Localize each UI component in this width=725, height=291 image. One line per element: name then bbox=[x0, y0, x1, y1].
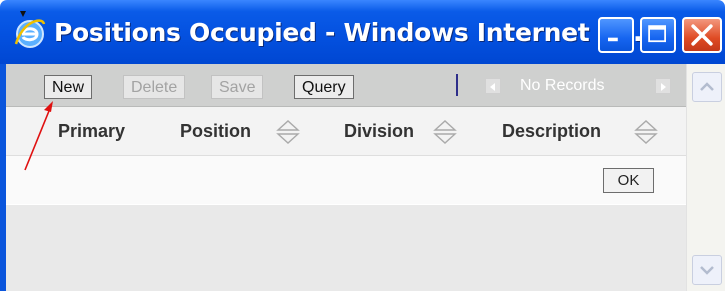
next-record-button[interactable] bbox=[655, 78, 671, 94]
close-button[interactable] bbox=[682, 17, 722, 53]
toolbar-separator bbox=[456, 74, 458, 96]
minimize-button[interactable] bbox=[598, 17, 634, 53]
query-button[interactable]: Query bbox=[294, 75, 354, 99]
table-row bbox=[6, 156, 686, 204]
column-position[interactable]: Position bbox=[180, 120, 251, 142]
table-header: Primary Position Division Description bbox=[6, 107, 686, 156]
record-status: No Records bbox=[520, 77, 605, 94]
new-button[interactable]: New bbox=[44, 75, 93, 99]
close-icon bbox=[691, 24, 713, 46]
maximize-button[interactable] bbox=[640, 17, 676, 53]
scroll-down-button[interactable] bbox=[692, 255, 722, 285]
sort-icon[interactable] bbox=[276, 118, 300, 146]
column-division[interactable]: Division bbox=[344, 120, 414, 142]
content-area bbox=[6, 205, 686, 291]
maximize-icon bbox=[648, 25, 666, 43]
scroll-up-button[interactable] bbox=[692, 72, 722, 102]
ie-icon bbox=[14, 11, 46, 48]
ok-button[interactable]: OK bbox=[603, 168, 654, 193]
previous-record-button[interactable] bbox=[485, 78, 501, 94]
title-bar[interactable]: Positions Occupied - Windows Internet E.… bbox=[0, 0, 725, 64]
window-title: Positions Occupied - Windows Internet E.… bbox=[54, 18, 643, 47]
minimize-icon bbox=[608, 37, 618, 42]
sort-icon[interactable] bbox=[433, 118, 457, 146]
vertical-scrollbar[interactable] bbox=[686, 64, 725, 291]
scroll-down-icon bbox=[700, 266, 714, 275]
save-button[interactable]: Save bbox=[211, 75, 264, 99]
column-primary[interactable]: Primary bbox=[58, 120, 125, 142]
arrow-left-icon bbox=[490, 83, 495, 91]
record-toolbar: New Delete Save Query No Records bbox=[6, 64, 686, 107]
scroll-up-icon bbox=[700, 82, 714, 91]
delete-button[interactable]: Delete bbox=[123, 75, 186, 99]
arrow-right-icon bbox=[661, 83, 666, 91]
column-description[interactable]: Description bbox=[502, 120, 601, 142]
sort-icon[interactable] bbox=[634, 118, 658, 146]
browser-window: Positions Occupied - Windows Internet E.… bbox=[0, 0, 725, 291]
